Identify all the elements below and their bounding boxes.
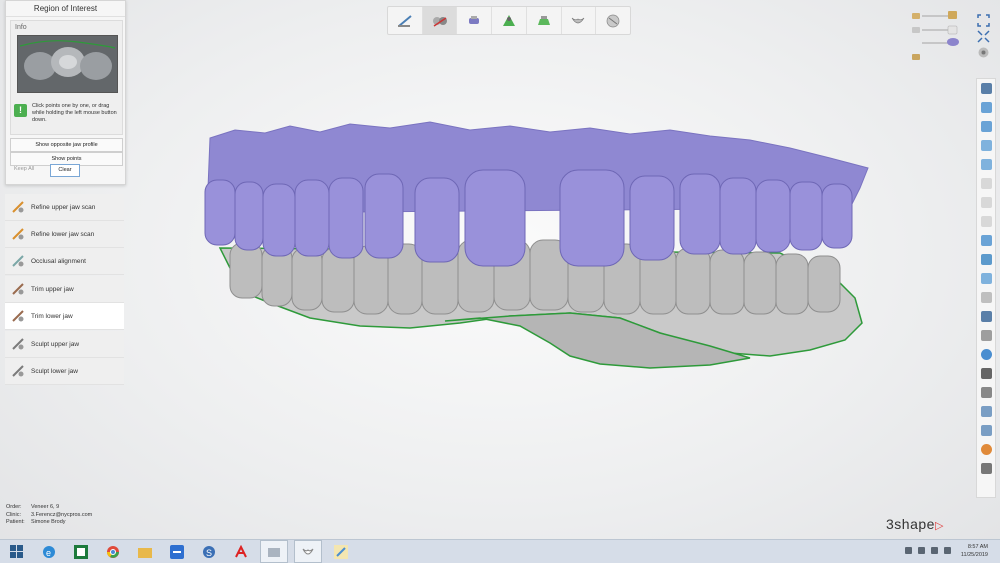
- crown-icon[interactable]: [562, 7, 597, 34]
- skype-icon[interactable]: S: [196, 541, 222, 562]
- design-icon[interactable]: [492, 7, 527, 34]
- tray-network-icon[interactable]: [918, 547, 925, 554]
- workflow-step-label: Occlusal alignment: [31, 257, 86, 265]
- clock-time: 8:57 AM: [967, 544, 988, 550]
- chrome-icon[interactable]: [100, 541, 126, 562]
- sculpt-lower-icon: [11, 364, 25, 378]
- acrobat-icon[interactable]: [228, 541, 254, 562]
- section-icon[interactable]: [977, 155, 995, 174]
- scan-prep-icon[interactable]: [388, 7, 423, 34]
- ruler-icon[interactable]: [977, 402, 995, 421]
- system-tray: [905, 547, 951, 554]
- show-opposite-jaw-profile-button[interactable]: Show opposite jaw profile: [10, 138, 123, 152]
- windows-start-icon[interactable]: [4, 541, 30, 562]
- sculpt-upper-icon: [11, 337, 25, 351]
- jaw-icon[interactable]: [977, 326, 995, 345]
- order-label: Order:: [6, 504, 22, 510]
- svg-text:S: S: [206, 548, 212, 558]
- tray-volume-icon[interactable]: [931, 547, 938, 554]
- jaw-model-3d[interactable]: [190, 118, 880, 373]
- scan-edit-icon[interactable]: [422, 7, 458, 34]
- workflow-step-label: Refine lower jaw scan: [31, 230, 95, 238]
- visibility-sliders: [908, 10, 968, 65]
- cross-section-icon[interactable]: [977, 383, 995, 402]
- dental-app-icon[interactable]: [294, 540, 322, 563]
- clinic-value: 3.Ferencz@nycpros.com: [31, 511, 93, 518]
- mouse-hint-icon: !: [14, 104, 27, 117]
- settings-icon[interactable]: [977, 459, 995, 478]
- svg-text:e: e: [46, 548, 51, 558]
- info-message: Click points one by one, or drag while h…: [32, 103, 117, 123]
- excel-icon[interactable]: [68, 541, 94, 562]
- grid-icon[interactable]: [977, 421, 995, 440]
- keep-all-button[interactable]: Keep All: [14, 166, 34, 172]
- sphere-icon[interactable]: [596, 7, 630, 34]
- workflow-step-label: Sculpt upper jaw: [31, 340, 80, 348]
- shield-icon[interactable]: [977, 364, 995, 383]
- info-thumbnail: [17, 35, 118, 93]
- brand-name: 3shape: [886, 516, 935, 532]
- trim-upper-icon: [11, 282, 25, 296]
- clock[interactable]: 8:57 AM 11/25/2019: [961, 543, 988, 559]
- refine-upper-icon: [11, 200, 25, 214]
- brand-logo: 3shape▷: [886, 516, 944, 532]
- workflow-step-label: Sculpt lower jaw: [31, 367, 78, 375]
- taskbar: e S 8:57 AM 11/25/2019: [0, 539, 1000, 563]
- file-explorer-icon[interactable]: [132, 541, 158, 562]
- workflow-step-label: Trim lower jaw: [31, 312, 73, 320]
- clear-button[interactable]: Clear: [50, 164, 80, 177]
- 3shape-icon[interactable]: [260, 540, 288, 563]
- duplicate-icon[interactable]: [977, 136, 995, 155]
- workflow-step-label: Refine upper jaw scan: [31, 203, 96, 211]
- internet-explorer-icon[interactable]: e: [36, 541, 62, 562]
- disabled-tool-1-icon: [977, 174, 995, 193]
- region-of-interest-panel: Region of Interest Info ! Click points o…: [5, 0, 126, 185]
- order-info: Order: Veneer 6, 9 Clinic: 3.Ferencz@nycpr…: [6, 504, 92, 527]
- brand-mark: ▷: [934, 520, 944, 532]
- panel-title: Region of Interest: [6, 1, 125, 17]
- tray-arrow-icon[interactable]: [905, 547, 912, 554]
- refine-lower-icon: [11, 227, 25, 241]
- layers-icon[interactable]: [977, 117, 995, 136]
- snapshot-icon[interactable]: [977, 269, 995, 288]
- paint-icon[interactable]: [328, 541, 354, 562]
- tooth-icon[interactable]: [977, 288, 995, 307]
- workflow-step-occlusal-alignment[interactable]: Occlusal alignment: [5, 248, 124, 275]
- patient-label: Patient:: [6, 519, 25, 525]
- measure-icon[interactable]: [977, 231, 995, 250]
- zoom-icon[interactable]: [977, 30, 990, 43]
- view-icon[interactable]: [977, 79, 995, 98]
- patient-value: Simone Brody: [31, 519, 66, 525]
- fit-to-screen-icon[interactable]: [977, 14, 990, 27]
- model-view-icon[interactable]: [977, 307, 995, 326]
- model-icon[interactable]: [527, 7, 562, 34]
- disabled-tool-3-icon: [977, 212, 995, 231]
- palette-icon[interactable]: [977, 440, 995, 459]
- workflow-step-trim-upper-jaw[interactable]: Trim upper jaw: [5, 276, 124, 303]
- clock-date: 11/25/2019: [960, 552, 988, 558]
- workflow-step-sculpt-upper-jaw[interactable]: Sculpt upper jaw: [5, 331, 124, 358]
- workflow-step-refine-lower-jaw-scan[interactable]: Refine lower jaw scan: [5, 221, 124, 248]
- workflow-step-label: Trim upper jaw: [31, 285, 74, 293]
- trim-lower-icon: [11, 309, 25, 323]
- tray-battery-icon[interactable]: [944, 547, 951, 554]
- teamviewer-icon[interactable]: [164, 541, 190, 562]
- occlusal-icon: [11, 254, 25, 268]
- clinic-label: Clinic:: [6, 511, 21, 518]
- top-toolbar: [387, 6, 631, 35]
- workflow-step-trim-lower-jaw[interactable]: Trim lower jaw: [5, 303, 124, 330]
- annotate-icon[interactable]: [977, 250, 995, 269]
- right-toolbar: [976, 78, 996, 498]
- copy-icon[interactable]: [977, 98, 995, 117]
- disabled-tool-2-icon: [977, 193, 995, 212]
- info-label: Info: [15, 24, 27, 31]
- workflow-step-sculpt-lower-jaw[interactable]: Sculpt lower jaw: [5, 358, 124, 385]
- order-value: Veneer 6, 9: [31, 504, 60, 510]
- rotate-view-icon[interactable]: [977, 46, 990, 59]
- color-icon[interactable]: [977, 345, 995, 364]
- info-box: Info ! Click points one by one, or drag …: [10, 20, 123, 135]
- implant-icon[interactable]: [457, 7, 493, 34]
- workflow-step-refine-upper-jaw-scan[interactable]: Refine upper jaw scan: [5, 194, 124, 221]
